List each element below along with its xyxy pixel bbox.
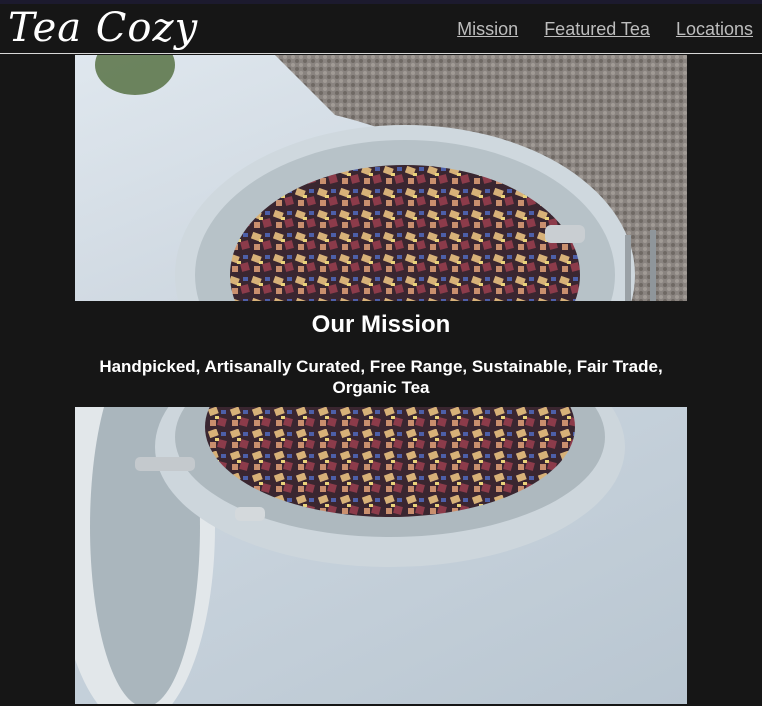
site-header: Tea Cozy Mission Featured Tea Locations [0, 4, 762, 54]
nav-link-mission[interactable]: Mission [457, 19, 518, 40]
nav-link-locations[interactable]: Locations [676, 19, 753, 40]
mission-tagline: Handpicked, Artisanally Curated, Free Ra… [99, 357, 663, 397]
nav-link-featured-tea[interactable]: Featured Tea [544, 19, 650, 40]
mission-title: Our Mission [311, 311, 451, 338]
hero-image-tea-jar-bottom [75, 407, 687, 704]
hero-image-tea-jar-top [75, 55, 687, 301]
main-nav: Mission Featured Tea Locations [457, 19, 753, 40]
site-logo[interactable]: Tea Cozy [8, 2, 198, 54]
